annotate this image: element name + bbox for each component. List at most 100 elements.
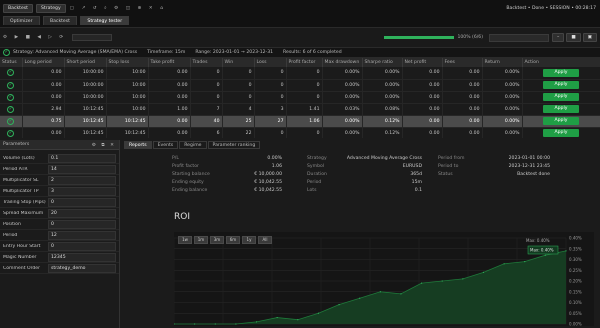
column-header[interactable]: Win [222, 58, 255, 67]
table-cell: 0.00% [322, 91, 363, 104]
column-header[interactable]: Sharpe ratio [362, 58, 403, 67]
column-header[interactable]: Stop loss [106, 58, 149, 67]
stop-button[interactable]: ■ [566, 33, 581, 42]
table-cell: 0.00 [22, 67, 65, 80]
parameter-input[interactable]: 0 [48, 197, 116, 207]
stat-value: € 10,000.00 [254, 171, 282, 177]
column-header[interactable]: Take profit [148, 58, 191, 67]
table-cell: 0.00% [322, 67, 363, 80]
minimize-button[interactable]: – [552, 33, 565, 42]
parameter-input[interactable]: 0 [48, 241, 116, 251]
stat-row: Starting balance € 10,000.00 [172, 170, 282, 178]
parameter-input[interactable]: 20 [48, 208, 116, 218]
search-input[interactable] [72, 34, 113, 41]
tab-optimizer[interactable]: Optimizer [3, 16, 40, 25]
parameter-row: Entry Hour Start 0 [0, 241, 119, 252]
column-header[interactable]: Short period [64, 58, 107, 67]
filter-input[interactable] [489, 33, 550, 42]
roi-point [194, 323, 196, 325]
roi-chart: 0.40% 0.35% 0.30% 0.25% 0.20% 0.15% 0.10% 0.05%… [173, 232, 594, 327]
apply-button[interactable]: Apply [543, 93, 579, 101]
roi-point [214, 323, 216, 325]
brand-button[interactable]: Backtest [3, 3, 33, 13]
column-header[interactable]: Return [482, 58, 523, 67]
parameter-row: Spread Maximum 20 [0, 208, 119, 219]
table-row[interactable]: ✓ 0.75 10:12:45 10:12:45 0.00 40 25 27 1.06 0.00%… [0, 115, 600, 128]
tab-backtest[interactable]: Backtest [42, 16, 77, 25]
roi-point [317, 312, 320, 314]
table-cell: 0 [222, 79, 255, 92]
parameter-input[interactable]: 2 [48, 175, 116, 185]
apply-button[interactable]: Apply [543, 105, 579, 113]
stat-label: Symbol [307, 163, 325, 169]
range-button[interactable]: All [258, 236, 272, 244]
status-check-icon: ✓ [7, 69, 15, 77]
stat-row: Period to 2023-12-31 23:45 [438, 162, 550, 170]
table-cell: 10:00 [106, 67, 149, 80]
stat-row: Profit factor 1.06 [172, 162, 282, 170]
report-tab[interactable]: Reports [124, 141, 152, 149]
info-timeframe: Timeframe: 15m [147, 50, 186, 55]
tab-strategy-tester[interactable]: Strategy tester [80, 16, 130, 25]
table-row[interactable]: ✓ 0.00 10:00:00 10:00 0.00 0 0 0 0 0.00% 0.00% 0.00… [0, 67, 600, 80]
table-cell: 1.06 [286, 115, 323, 128]
column-header[interactable]: Action [522, 58, 600, 67]
parameter-row: Period 12 [0, 230, 119, 241]
strategy-select[interactable]: Strategy [35, 3, 66, 13]
report-tab[interactable]: Parameter ranking [207, 141, 261, 149]
apply-button[interactable]: Apply [543, 117, 579, 125]
table-cell: 7 [190, 103, 223, 116]
table-row[interactable]: ✓ 2.94 10:12:45 10:00 1.00 7 4 3 1.41 0.03% 0.08% 0… [0, 103, 600, 116]
table-cell: 0.00 [402, 91, 443, 104]
column-header[interactable]: Max drawdown [322, 58, 363, 67]
panel-icons[interactable]: ⚙ ⧉ ✕ [92, 142, 116, 148]
main-toolbar: ⚙ ▶ ■ ◀ ▷ ⟳ 100% (6/6) – ■ ▣ [0, 28, 600, 48]
roi-point [297, 319, 299, 321]
report-tab[interactable]: Regime [179, 141, 207, 149]
parameter-input[interactable]: 0.1 [48, 153, 116, 163]
range-button[interactable]: 1m [194, 236, 208, 244]
table-row[interactable]: ✓ 0.00 10:00:00 10:00 0.00 0 0 0 0 0.00% 0.00% 0.00… [0, 79, 600, 92]
table-cell: 0.00 [148, 79, 191, 92]
table-cell: 0.00 [22, 79, 65, 92]
y-tick-label: 0.10% [569, 300, 582, 305]
column-header[interactable]: Loss [254, 58, 287, 67]
column-header[interactable]: Fees [442, 58, 483, 67]
stat-row: Status Backtest done [438, 170, 550, 178]
roi-point [235, 323, 237, 325]
status-check-icon: ✓ [7, 93, 15, 101]
range-button[interactable]: 3m [210, 236, 224, 244]
parameter-input[interactable]: 14 [48, 164, 116, 174]
toolbar-icons-2[interactable]: ⚙ ▶ ■ ◀ ▷ ⟳ [3, 35, 66, 40]
table-cell: 0.00 [402, 79, 443, 92]
table-row[interactable]: ✓ 0.00 10:12:45 10:12:45 0.00 6 22 0 0 0.00% 0.12%… [0, 127, 600, 138]
apply-button[interactable]: Apply [543, 129, 579, 137]
table-row[interactable]: ✓ 0.00 10:00:00 10:00 0.00 0 0 0 0 0.00% 0.00% 0.00… [0, 91, 600, 104]
table-cell: 25 [222, 115, 255, 128]
range-button[interactable]: 1w [178, 236, 192, 244]
report-tab[interactable]: Events [152, 141, 179, 149]
parameter-input[interactable]: 12345 [48, 252, 116, 262]
toolbar-icons[interactable]: ▢ ↗ ↺ ⌕ ⚙ ◫ ⊕ ✕ ⌂ [70, 5, 166, 11]
roi-point [482, 271, 485, 273]
parameter-input[interactable]: 3 [48, 186, 116, 196]
column-header[interactable]: Status [0, 58, 23, 67]
layout-button[interactable]: ▣ [582, 33, 597, 42]
table-cell: 0.00 [402, 103, 443, 116]
column-header[interactable]: Long period [22, 58, 65, 67]
parameter-input[interactable]: 0 [48, 219, 116, 229]
stat-value: 15m [411, 179, 422, 185]
column-header[interactable]: Net profit [402, 58, 443, 67]
table-cell: 2.94 [22, 103, 65, 116]
column-header[interactable]: Trades [190, 58, 223, 67]
parameter-input[interactable]: 12 [48, 230, 116, 240]
apply-button[interactable]: Apply [543, 81, 579, 89]
table-cell: 10:12:45 [64, 127, 107, 138]
parameter-input[interactable]: strategy_demo [48, 263, 116, 273]
range-button[interactable]: 1y [242, 236, 256, 244]
column-header[interactable]: Profit factor [286, 58, 323, 67]
apply-button[interactable]: Apply [543, 68, 579, 77]
stat-value: 2023-12-31 23:45 [508, 163, 550, 169]
y-tick-label: 0.25% [569, 268, 582, 273]
range-button[interactable]: 6m [226, 236, 240, 244]
